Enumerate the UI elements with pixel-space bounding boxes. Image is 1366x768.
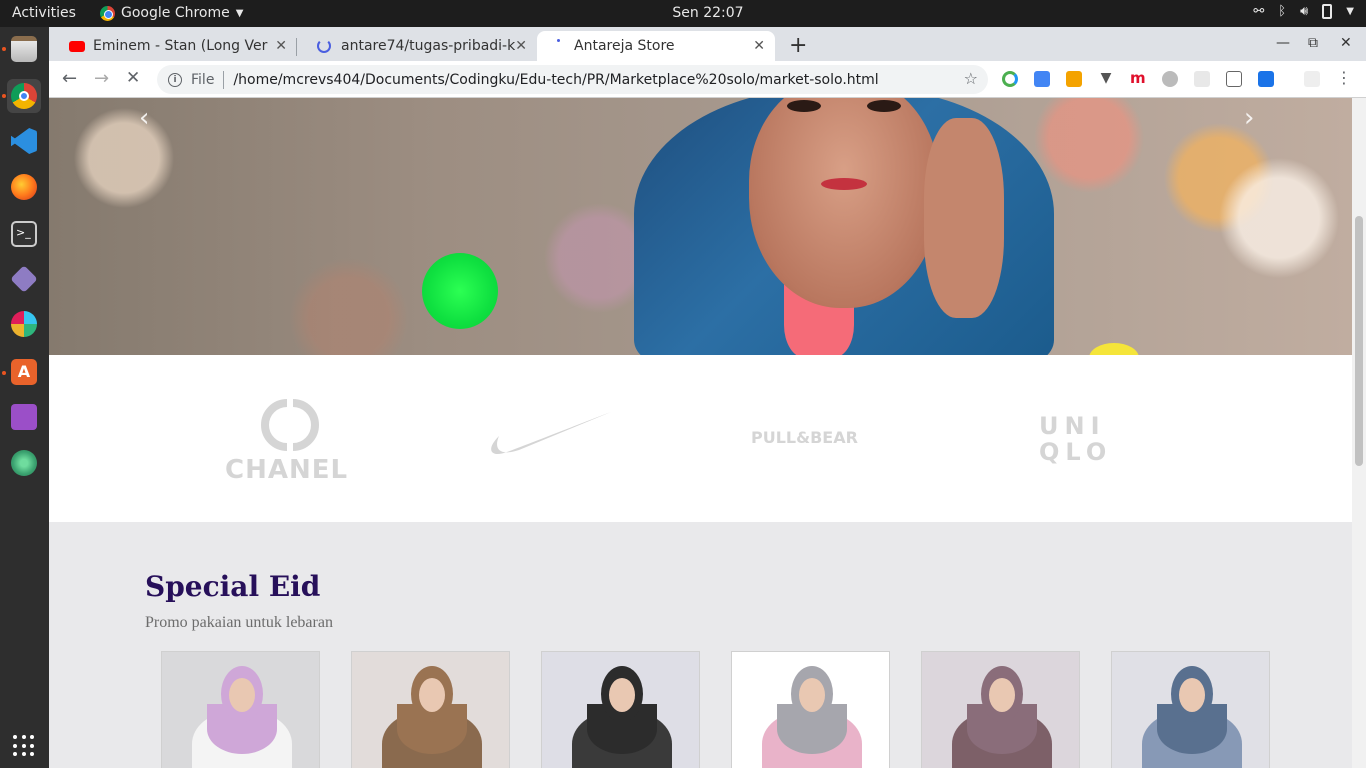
product-card[interactable]	[351, 651, 510, 768]
extension-icon[interactable]	[1162, 71, 1178, 87]
face-shape	[609, 678, 635, 712]
special-eid-section: Special Eid Promo pakaian untuk lebaran	[49, 522, 1352, 768]
nike-logo	[489, 410, 614, 465]
section-title: Special Eid	[145, 570, 321, 603]
page-scrollbar[interactable]	[1352, 98, 1366, 768]
firefox-icon[interactable]	[7, 170, 41, 204]
browser-toolbar: ← → ✕ i File /home/mcrevs404/Documents/C…	[49, 61, 1366, 98]
product-card[interactable]	[921, 651, 1080, 768]
carousel-prev-button[interactable]: ‹	[139, 103, 149, 133]
page-viewport: ‹ › CHANEL PULL&BEAR UNI QLO Special Eid…	[49, 98, 1352, 768]
extension-icon[interactable]	[1002, 71, 1018, 87]
software-center-icon[interactable]: A	[7, 355, 41, 389]
youtube-icon	[69, 40, 85, 52]
tab-title: Antareja Store	[574, 38, 675, 54]
tab-youtube[interactable]: Eminem - Stan (Long Vers ✕	[49, 31, 297, 61]
section-subtitle: Promo pakaian untuk lebaran	[145, 614, 333, 631]
bookmark-star-icon[interactable]: ☆	[964, 69, 978, 88]
forward-button[interactable]: →	[94, 68, 109, 89]
extension-icon[interactable]	[1194, 71, 1210, 87]
show-applications-icon[interactable]	[13, 735, 35, 757]
extension-icon[interactable]	[1304, 71, 1320, 87]
caret-down-icon[interactable]: ▼	[1346, 6, 1354, 17]
minimize-button[interactable]: —	[1276, 35, 1290, 51]
face-shape	[419, 678, 445, 712]
pullbear-logo: PULL&BEAR	[751, 428, 858, 447]
new-tab-button[interactable]: +	[789, 33, 807, 58]
extension-icon[interactable]: ▼	[1098, 71, 1114, 87]
extension-icon[interactable]: m	[1130, 71, 1146, 87]
face-shape	[989, 678, 1015, 712]
system-top-bar: Activities Google Chrome ▼ Sen 22:07 ⚯ ᛒ…	[0, 0, 1366, 27]
slack-icon[interactable]	[7, 307, 41, 341]
download-icon[interactable]	[1258, 71, 1274, 87]
product-card[interactable]	[161, 651, 320, 768]
tab-strip: Eminem - Stan (Long Vers ✕ antare74/tuga…	[49, 27, 1366, 61]
loading-dot-icon	[557, 38, 560, 42]
omnibox-divider	[223, 70, 225, 89]
extension-icon[interactable]	[1066, 71, 1082, 87]
system-tray[interactable]: ⚯ ᛒ 🔊︎ ▼	[1253, 4, 1354, 19]
database-icon[interactable]	[7, 400, 41, 434]
vscode-icon[interactable]	[7, 124, 41, 158]
brand-logos: CHANEL PULL&BEAR UNI QLO	[49, 355, 1352, 522]
menu-kebab-icon[interactable]: ⋮	[1336, 68, 1352, 87]
product-card[interactable]	[1111, 651, 1270, 768]
uniqlo-logo-line1: UNI	[1039, 412, 1106, 440]
atom-icon[interactable]	[7, 446, 41, 480]
chrome-dock-icon[interactable]	[7, 79, 41, 113]
close-tab-icon[interactable]: ✕	[515, 38, 527, 54]
close-window-button[interactable]: ✕	[1340, 35, 1352, 51]
tab-title: antare74/tugas-pribadi-k	[341, 38, 516, 54]
product-card[interactable]	[731, 651, 890, 768]
back-button[interactable]: ←	[62, 68, 77, 89]
address-bar[interactable]: i File /home/mcrevs404/Documents/Codingk…	[157, 65, 988, 94]
gitkraken-icon[interactable]	[7, 262, 41, 296]
face-shape	[229, 678, 255, 712]
files-icon[interactable]	[7, 32, 41, 66]
scrollbar-thumb[interactable]	[1355, 216, 1363, 466]
carousel-model-image	[634, 98, 1054, 355]
tab-antareja-store[interactable]: Antareja Store ✕	[537, 31, 775, 61]
tab-title: Eminem - Stan (Long Vers	[93, 38, 268, 54]
chanel-logo: CHANEL	[225, 395, 355, 485]
restore-button[interactable]: ⧉	[1308, 35, 1318, 51]
info-icon[interactable]: i	[168, 72, 182, 87]
running-indicator	[2, 47, 6, 51]
bokeh-light	[422, 253, 498, 329]
stop-loading-button[interactable]: ✕	[126, 68, 140, 88]
face-shape	[1179, 678, 1205, 712]
terminal-icon[interactable]: >_	[7, 217, 41, 251]
clock[interactable]: Sen 22:07	[0, 5, 1366, 21]
face-shape	[799, 678, 825, 712]
close-tab-icon[interactable]: ✕	[275, 38, 287, 54]
scheme-label: File	[191, 71, 215, 88]
hero-carousel: ‹ ›	[49, 98, 1352, 355]
brand-name: CHANEL	[225, 455, 349, 485]
translate-icon[interactable]	[1226, 71, 1242, 87]
carousel-next-button[interactable]: ›	[1244, 103, 1254, 133]
dock: >_ A	[0, 27, 49, 768]
close-tab-icon[interactable]: ✕	[753, 38, 765, 54]
tab-github[interactable]: antare74/tugas-pribadi-k ✕	[297, 31, 537, 61]
running-indicator	[2, 94, 6, 98]
url-text[interactable]: /home/mcrevs404/Documents/Codingku/Edu-t…	[233, 72, 878, 88]
volume-icon[interactable]: 🔊︎	[1300, 4, 1308, 19]
extension-icon[interactable]	[1034, 71, 1050, 87]
bokeh-light	[1089, 343, 1139, 355]
uniqlo-logo-line2: QLO	[1039, 438, 1113, 466]
battery-icon[interactable]	[1322, 4, 1333, 19]
product-card[interactable]	[541, 651, 700, 768]
loading-spinner-icon	[317, 39, 331, 53]
running-indicator	[2, 371, 6, 375]
bluetooth-icon[interactable]: ᛒ	[1278, 4, 1286, 19]
network-icon[interactable]: ⚯	[1253, 4, 1264, 19]
